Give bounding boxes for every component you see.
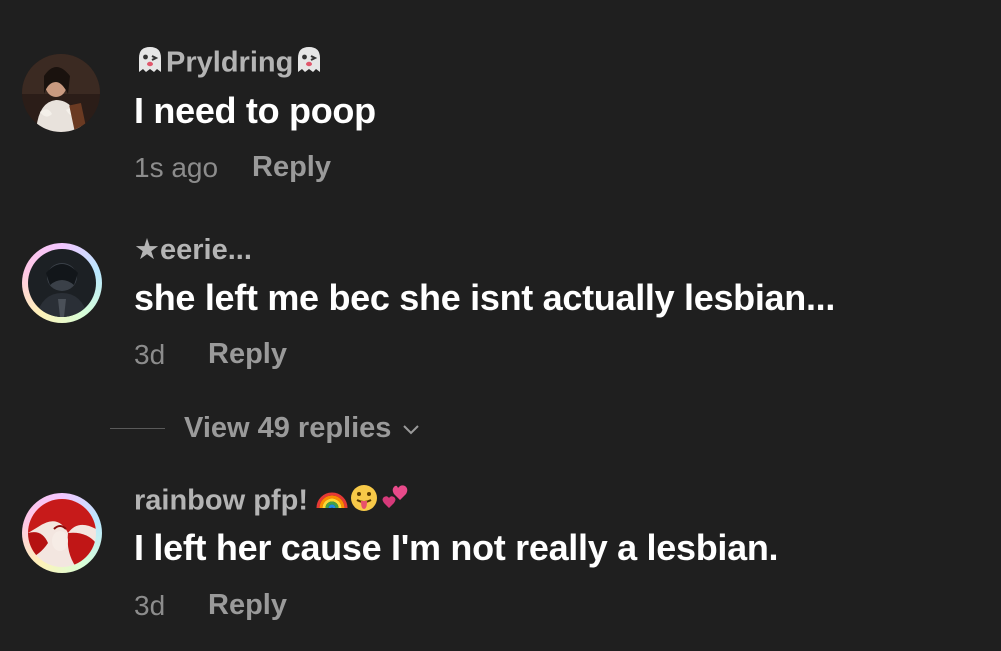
timestamp: 3d [134,339,166,370]
user-photo-avatar [22,54,100,132]
avatar[interactable] [22,493,102,573]
username-text: Pryldring [166,46,294,79]
ghost-icon [293,44,325,84]
timestamp: 1s ago [134,152,219,183]
username[interactable]: Pryldring [134,44,325,84]
rainbow-icon [316,482,348,522]
chevron-down-icon [402,425,419,435]
avatar-image [28,499,96,567]
divider-line [110,428,165,429]
comment-item: rainbow pfp! I left her cause I'm not re… [0,450,1001,650]
view-replies-button[interactable]: View 49 replies [110,412,470,448]
comment-item: Pryldring I need to poop 1s ago Reply [0,0,1001,200]
comment-text: I need to poop [134,90,376,131]
comment-item: ★eerie... she left me bec she isnt actua… [0,200,1001,400]
avatar-image [28,249,96,317]
avatar[interactable] [22,243,102,323]
two-hearts-icon [380,482,412,522]
timestamp: 3d [134,590,166,621]
username-text: rainbow pfp! [134,484,308,517]
tongue-face-icon [348,482,380,522]
view-replies-label: View 49 replies [184,412,422,445]
comment-text: I left her cause I'm not really a lesbia… [134,527,779,568]
ghost-icon [134,44,166,84]
comment-text: she left me bec she isnt actually lesbia… [134,277,836,318]
avatar[interactable] [22,54,100,132]
reply-button[interactable]: Reply [208,589,287,622]
username[interactable]: rainbow pfp! [134,482,412,522]
reply-button[interactable]: Reply [252,151,331,184]
reply-button[interactable]: Reply [208,338,287,371]
username[interactable]: ★eerie... [134,232,252,267]
